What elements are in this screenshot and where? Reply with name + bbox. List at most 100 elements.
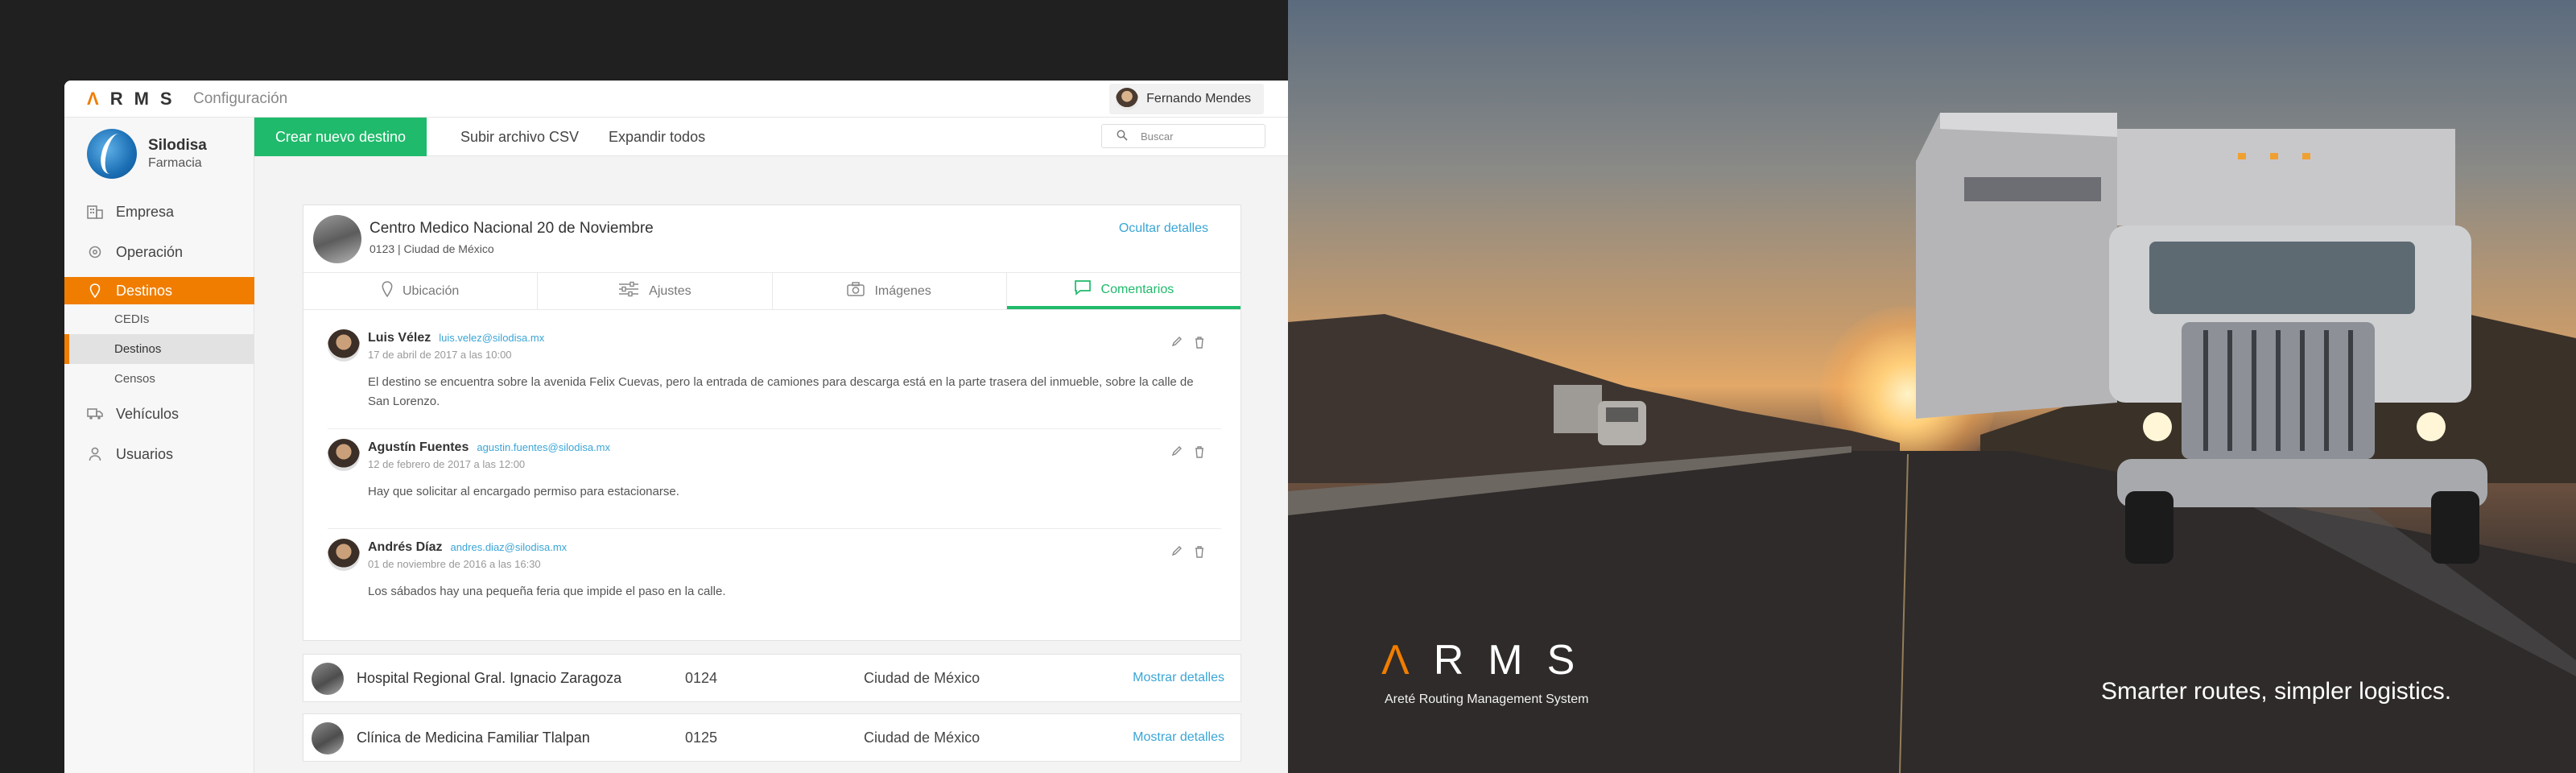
comment-actions — [1171, 545, 1205, 560]
content-area: Centro Medico Nacional 20 de Noviembre 0… — [254, 156, 1288, 773]
destination-thumbnail — [312, 663, 344, 695]
hero-logo-subtitle: Areté Routing Management System — [1385, 692, 1589, 706]
sidebar: Silodisa Farmacia Empresa Operación Dest… — [64, 118, 254, 773]
commenter-email[interactable]: agustin.fuentes@silodisa.mx — [477, 441, 610, 453]
destination-row[interactable]: Hospital Regional Gral. Ignacio Zaragoza… — [303, 654, 1241, 702]
commenter-name: Agustín Fuentes agustin.fuentes@silodisa.… — [368, 440, 611, 454]
distant-truck-illustration — [1554, 385, 1646, 445]
commenter-name: Luis Vélez luis.velez@silodisa.mx — [368, 331, 545, 345]
create-destination-button[interactable]: Crear nuevo destino — [254, 118, 427, 156]
search-icon — [1117, 130, 1128, 143]
comment-text: Hay que solicitar al encargado permiso p… — [368, 485, 679, 498]
sidebar-item-label: Operación — [116, 243, 184, 260]
user-menu[interactable]: Fernando Mendes — [1109, 84, 1264, 114]
sidebar-subitem-cedis[interactable]: CEDIs — [64, 304, 254, 334]
commenter-avatar — [328, 329, 360, 362]
destination-city: Ciudad de México — [864, 730, 980, 746]
comment-date: 12 de febrero de 2017 a las 12:00 — [368, 458, 526, 470]
company-logo — [87, 129, 137, 179]
sidebar-subitem-destinos[interactable]: Destinos — [64, 334, 254, 364]
hide-details-link[interactable]: Ocultar detalles — [1119, 221, 1208, 236]
trash-icon[interactable] — [1194, 445, 1205, 461]
comment-text: Los sábados hay una pequeña feria que im… — [368, 585, 726, 598]
detail-tabs: Ubicación Ajustes Imágenes Comentarios — [303, 273, 1241, 310]
commenter-email[interactable]: luis.velez@silodisa.mx — [439, 332, 544, 344]
company-subtitle: Farmacia — [148, 156, 202, 170]
destination-card-header: Centro Medico Nacional 20 de Noviembre 0… — [303, 205, 1241, 273]
tab-label: Imágenes — [874, 283, 931, 298]
app-window: ΛRMS Configuración Fernando Mendes Silod… — [64, 81, 1288, 773]
destination-thumbnail — [313, 215, 361, 263]
user-icon — [87, 446, 103, 462]
comment-date: 01 de noviembre de 2016 a las 16:30 — [368, 558, 541, 570]
comment-actions — [1171, 336, 1205, 351]
toolbar: Crear nuevo destino Subir archivo CSV Ex… — [254, 118, 1288, 156]
sliders-icon — [618, 281, 639, 301]
sidebar-item-operacion[interactable]: Operación — [64, 232, 254, 272]
expand-all-button[interactable]: Expandir todos — [609, 129, 705, 146]
upload-csv-button[interactable]: Subir archivo CSV — [460, 129, 579, 146]
edit-icon[interactable] — [1171, 445, 1183, 461]
sidebar-nav: Empresa Operación Destinos CEDIs Destino… — [64, 192, 254, 474]
destination-name: Clínica de Medicina Familiar Tlalpan — [357, 730, 590, 746]
gear-icon — [87, 244, 103, 260]
tab-imagenes[interactable]: Imágenes — [773, 273, 1007, 309]
commenter-name: Andrés Díaz andres.diaz@silodisa.mx — [368, 540, 568, 554]
edit-icon[interactable] — [1171, 336, 1183, 351]
comment-text: El destino se encuentra sobre la avenida… — [368, 375, 1194, 408]
hero-logo: ΛRMS — [1381, 637, 1600, 684]
destination-title: Centro Medico Nacional 20 de Noviembre — [369, 220, 654, 237]
sidebar-subitem-censos[interactable]: Censos — [64, 364, 254, 394]
trash-icon[interactable] — [1194, 336, 1205, 351]
pin-icon — [382, 281, 393, 301]
destination-name: Hospital Regional Gral. Ignacio Zaragoza — [357, 670, 622, 686]
show-details-link[interactable]: Mostrar detalles — [1133, 671, 1224, 685]
truck-illustration — [1916, 113, 2487, 564]
comment-actions — [1171, 445, 1205, 461]
destination-subtitle: 0123 | Ciudad de México — [369, 242, 494, 255]
edit-icon[interactable] — [1171, 545, 1183, 560]
commenter-email[interactable]: andres.diaz@silodisa.mx — [450, 541, 567, 553]
company-brand: Silodisa Farmacia — [87, 129, 207, 179]
truck-icon — [87, 406, 103, 422]
sidebar-item-label: Vehículos — [116, 405, 180, 422]
destination-code: 0125 — [685, 730, 718, 746]
tab-label: Comentarios — [1100, 282, 1174, 296]
hero-panel: ΛRMS Areté Routing Management System Sma… — [1288, 0, 2576, 773]
sidebar-item-label: Destinos — [116, 282, 173, 299]
trash-icon[interactable] — [1194, 545, 1205, 560]
tab-ubicacion[interactable]: Ubicación — [303, 273, 539, 309]
building-icon — [87, 204, 103, 220]
destination-city: Ciudad de México — [864, 670, 980, 686]
hero-tagline: Smarter routes, simpler logistics. — [2101, 678, 2452, 705]
commenter-avatar — [328, 539, 360, 571]
tab-ajustes[interactable]: Ajustes — [538, 273, 773, 309]
show-details-link[interactable]: Mostrar detalles — [1133, 730, 1224, 745]
sidebar-item-label: Usuarios — [116, 445, 174, 462]
arms-logo: ΛRMS — [87, 89, 184, 109]
comment-item: Andrés Díaz andres.diaz@silodisa.mx 01 de… — [328, 539, 1221, 627]
comment-icon — [1074, 279, 1092, 300]
comment-item: Luis Vélez luis.velez@silodisa.mx 17 de a… — [328, 329, 1221, 429]
search-input[interactable]: Buscar — [1101, 124, 1265, 148]
comment-item: Agustín Fuentes agustin.fuentes@silodisa.… — [328, 439, 1221, 529]
top-bar: ΛRMS Configuración Fernando Mendes — [64, 81, 1288, 118]
destination-card-expanded: Centro Medico Nacional 20 de Noviembre 0… — [303, 205, 1241, 641]
destination-row[interactable]: Clínica de Medicina Familiar Tlalpan 012… — [303, 713, 1241, 762]
sidebar-item-destinos[interactable]: Destinos — [64, 277, 254, 304]
sidebar-item-usuarios[interactable]: Usuarios — [64, 434, 254, 474]
sidebar-item-vehiculos[interactable]: Vehículos — [64, 394, 254, 434]
avatar — [1116, 88, 1139, 110]
camera-icon — [847, 282, 865, 300]
tab-label: Ubicación — [402, 283, 460, 298]
sidebar-item-empresa[interactable]: Empresa — [64, 192, 254, 232]
pin-icon — [87, 283, 103, 299]
commenter-avatar — [328, 439, 360, 471]
destination-thumbnail — [312, 722, 344, 754]
section-title: Configuración — [193, 90, 288, 107]
comment-date: 17 de abril de 2017 a las 10:00 — [368, 349, 512, 361]
user-name: Fernando Mendes — [1146, 92, 1251, 105]
destination-code: 0124 — [685, 670, 718, 686]
sidebar-item-label: Empresa — [116, 203, 175, 220]
tab-comentarios[interactable]: Comentarios — [1006, 273, 1241, 309]
